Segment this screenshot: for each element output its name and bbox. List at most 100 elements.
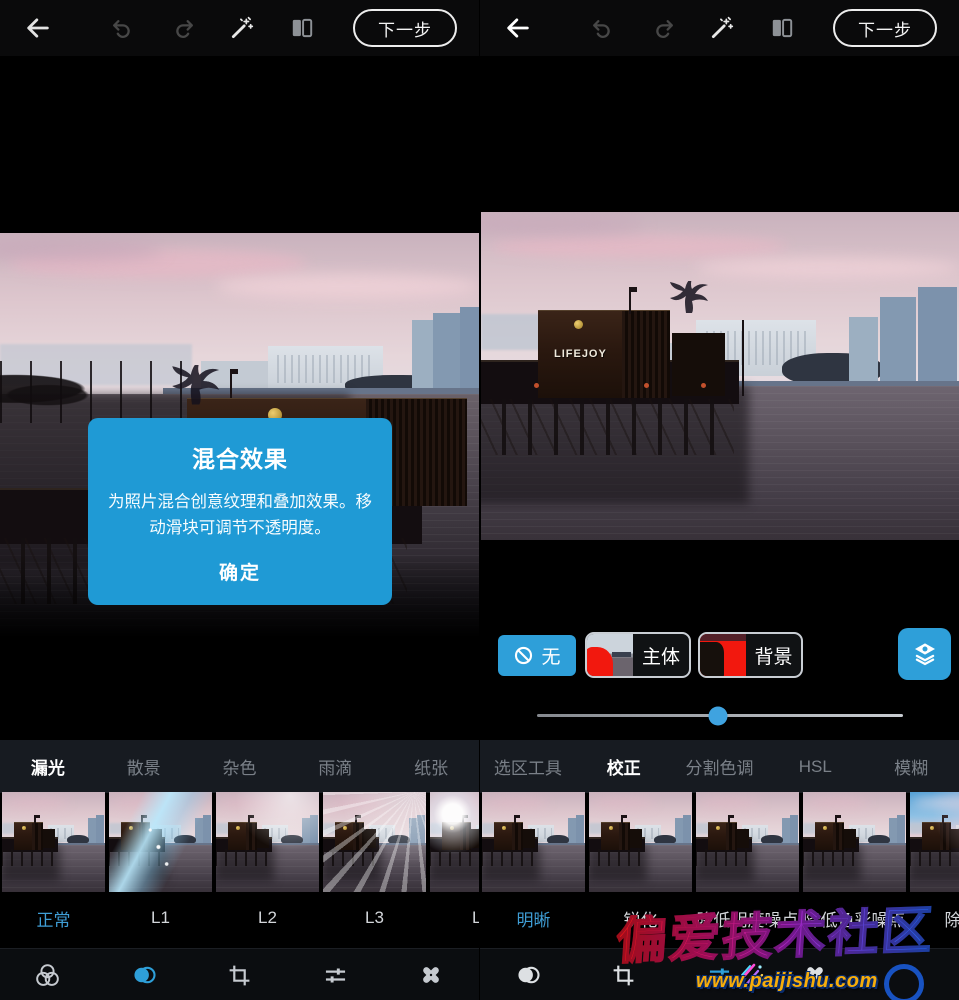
photo-poles bbox=[0, 361, 182, 423]
right-topbar: 下一步 bbox=[480, 0, 959, 56]
blend-icon[interactable] bbox=[96, 961, 192, 989]
layers-icon bbox=[910, 639, 940, 669]
photo-tower bbox=[412, 320, 436, 390]
effect-category-tabs-left: 漏光散景杂色雨滴纸张 bbox=[0, 740, 479, 793]
adjust-thumbnail-label[interactable]: 锐化 bbox=[589, 906, 692, 931]
left-topbar: 下一步 bbox=[0, 0, 479, 56]
category-tab[interactable]: 雨滴 bbox=[287, 754, 383, 779]
colorful-brushes-icon[interactable] bbox=[730, 955, 770, 995]
heal-icon[interactable] bbox=[767, 962, 863, 988]
category-tab[interactable]: 分割色调 bbox=[672, 754, 768, 779]
undo-icon[interactable] bbox=[108, 14, 136, 42]
thumbnail-photo bbox=[482, 792, 585, 892]
adjust-thumbnail[interactable] bbox=[482, 792, 585, 892]
looks-icon[interactable] bbox=[0, 962, 96, 989]
thumbnail-photo bbox=[2, 792, 105, 892]
photo-pier-legs bbox=[481, 399, 734, 455]
photo-tower bbox=[460, 307, 479, 394]
category-tab[interactable]: 纸张 bbox=[383, 754, 479, 779]
adjust-thumbnail-label[interactable]: 降低明度噪点 bbox=[696, 906, 799, 931]
photo-cloud bbox=[491, 235, 787, 258]
redo-icon[interactable] bbox=[169, 14, 197, 42]
category-tab[interactable]: 散景 bbox=[96, 754, 192, 779]
effect-labels-left: 正常L1L2L3L4 bbox=[0, 899, 479, 937]
effect-thumbnail[interactable] bbox=[216, 792, 319, 892]
adjust-thumbnail-label[interactable]: 明晰 bbox=[482, 906, 585, 931]
magic-wand-icon[interactable] bbox=[228, 14, 256, 42]
photo-cloud bbox=[696, 258, 959, 278]
adjust-thumbnail-label[interactable]: 降低色彩噪点 bbox=[803, 906, 906, 931]
opacity-slider-row bbox=[480, 702, 959, 728]
prohibit-icon bbox=[513, 645, 534, 666]
layers-button[interactable] bbox=[898, 628, 951, 680]
before-after-icon[interactable] bbox=[768, 14, 796, 42]
mask-subject-button[interactable]: 主体 bbox=[585, 632, 691, 678]
photo-tower bbox=[849, 317, 878, 386]
undo-icon[interactable] bbox=[588, 14, 616, 42]
effect-thumbnails-left bbox=[0, 792, 479, 892]
back-icon[interactable] bbox=[504, 14, 532, 42]
next-step-button[interactable]: 下一步 bbox=[833, 9, 937, 47]
dialog-confirm-button[interactable]: 确定 bbox=[106, 558, 374, 585]
back-icon[interactable] bbox=[24, 14, 52, 42]
photo-brand-text: LIFEJOY bbox=[541, 348, 620, 360]
crop-icon[interactable] bbox=[576, 963, 672, 988]
thumbnail-photo bbox=[589, 792, 692, 892]
category-tab[interactable]: HSL bbox=[767, 757, 863, 777]
before-after-icon[interactable] bbox=[288, 14, 316, 42]
category-tab[interactable]: 模糊 bbox=[863, 754, 959, 779]
effect-thumbnail[interactable] bbox=[109, 792, 212, 892]
thumbnail-photo bbox=[323, 792, 426, 892]
mask-none-label: 无 bbox=[541, 642, 560, 669]
background-mask-thumbnail bbox=[700, 634, 746, 676]
mask-selection-row: 无 主体 背景 bbox=[480, 628, 959, 680]
mask-subject-label: 主体 bbox=[633, 642, 689, 669]
adjust-thumbnail-label[interactable]: 除雾 bbox=[910, 906, 959, 931]
redo-icon[interactable] bbox=[649, 14, 677, 42]
magic-wand-icon[interactable] bbox=[708, 14, 736, 42]
category-tab[interactable]: 漏光 bbox=[0, 754, 96, 779]
adjust-thumbnail[interactable] bbox=[589, 792, 692, 892]
mask-none-button[interactable]: 无 bbox=[498, 635, 576, 676]
photo-cloud bbox=[216, 274, 479, 299]
effect-thumbnail[interactable] bbox=[2, 792, 105, 892]
thumbnail-photo bbox=[109, 792, 212, 892]
mask-background-button[interactable]: 背景 bbox=[698, 632, 803, 678]
effect-thumbnail[interactable] bbox=[430, 792, 479, 892]
next-step-button[interactable]: 下一步 bbox=[353, 9, 457, 47]
adjust-thumbnail[interactable] bbox=[910, 792, 959, 892]
photo-container-box: LIFEJOY bbox=[538, 310, 669, 398]
effect-thumbnail-label[interactable]: L3 bbox=[323, 908, 426, 928]
thumbnail-photo bbox=[216, 792, 319, 892]
thumbnail-photo bbox=[430, 792, 479, 892]
heal-icon[interactable] bbox=[383, 962, 479, 988]
crop-icon[interactable] bbox=[192, 963, 288, 988]
effect-thumbnail[interactable] bbox=[323, 792, 426, 892]
bottom-toolbar-left bbox=[0, 948, 479, 1000]
adjustments-icon[interactable] bbox=[287, 962, 383, 989]
category-tab[interactable]: 杂色 bbox=[192, 754, 288, 779]
effect-thumbnail-label[interactable]: L4 bbox=[430, 908, 479, 928]
palm-tree-silhouette bbox=[663, 281, 709, 315]
mask-background-label: 背景 bbox=[746, 642, 801, 669]
photo-lifebuoy bbox=[534, 383, 539, 388]
photo-tower bbox=[918, 287, 956, 385]
thumbnail-photo bbox=[696, 792, 799, 892]
category-tab[interactable]: 校正 bbox=[576, 754, 672, 779]
effect-thumbnail-label[interactable]: L1 bbox=[109, 908, 212, 928]
blend-icon[interactable] bbox=[480, 961, 576, 989]
adjust-labels-right: 明晰锐化降低明度噪点降低色彩噪点除雾 bbox=[480, 899, 959, 937]
opacity-slider-track[interactable] bbox=[537, 714, 903, 717]
effect-thumbnail-label[interactable]: 正常 bbox=[2, 906, 105, 931]
photo-tower bbox=[433, 313, 462, 391]
adjust-thumbnails-right bbox=[480, 792, 959, 892]
category-tab[interactable]: 选区工具 bbox=[480, 754, 576, 779]
photo-lifebuoy bbox=[644, 383, 649, 388]
opacity-slider-handle[interactable] bbox=[709, 706, 728, 725]
right-editor-pane: 下一步 LIFEJOY bbox=[480, 0, 959, 1000]
adjust-thumbnail[interactable] bbox=[696, 792, 799, 892]
photo-lamp-post bbox=[742, 320, 744, 395]
effect-thumbnail-label[interactable]: L2 bbox=[216, 908, 319, 928]
adjust-thumbnail[interactable] bbox=[803, 792, 906, 892]
dialog-body: 为照片混合创意纹理和叠加效果。移动滑块可调节不透明度。 bbox=[106, 489, 374, 541]
